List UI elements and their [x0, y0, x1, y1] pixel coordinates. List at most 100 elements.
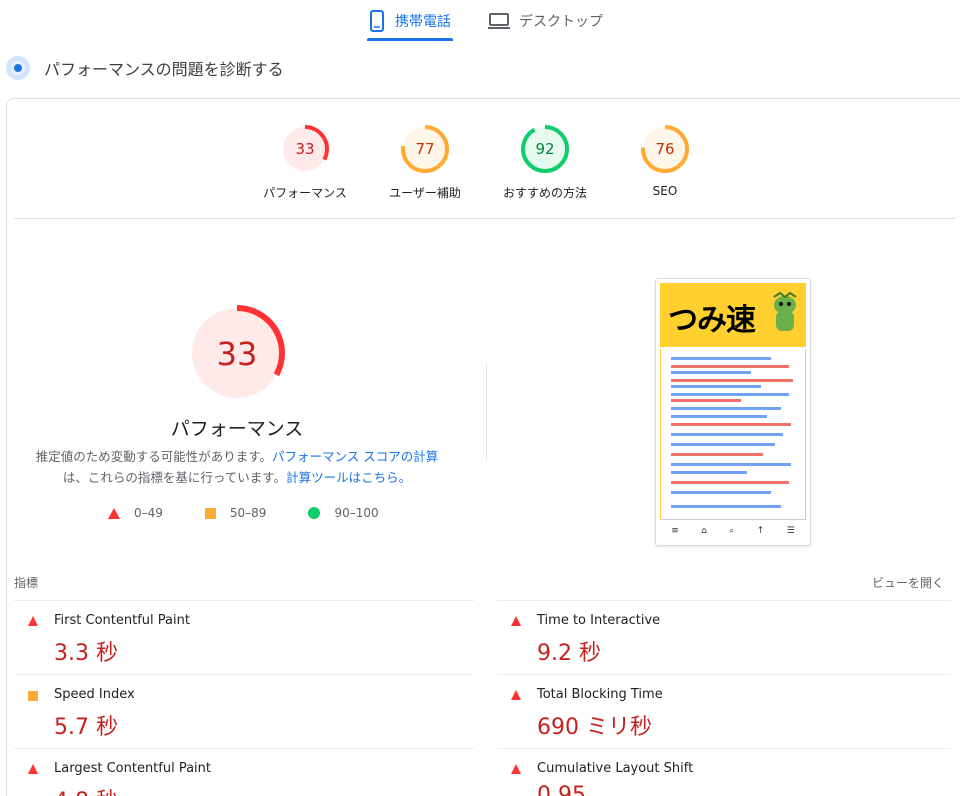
triangle-icon: [108, 507, 120, 519]
gauge-performance[interactable]: 33 パフォーマンス: [250, 124, 360, 201]
score-note: 推定値のため変動する可能性があります。パフォーマンス スコアの計算 は、これらの…: [30, 446, 444, 488]
metric-name: Cumulative Layout Shift: [537, 761, 694, 776]
article-line: [671, 463, 791, 466]
laptop-icon: [488, 13, 510, 29]
metric-tti: Time to Interactive 9.2 秒: [497, 600, 951, 674]
circle-icon: [308, 507, 321, 519]
tab-desktop-label: デスクトップ: [519, 14, 603, 30]
home-icon: ⌂: [701, 525, 707, 536]
metric-name: Total Blocking Time: [537, 687, 663, 702]
smartphone-icon: [370, 10, 384, 32]
legend-fail: 0–49: [108, 506, 163, 520]
active-tab-indicator: [367, 38, 453, 41]
article-line: [671, 407, 781, 410]
expand-view-button[interactable]: ビューを開く: [872, 574, 944, 591]
article-line: [671, 453, 763, 456]
diagnose-title: パフォーマンスの問題を診断する: [44, 60, 284, 79]
score-legend: 0–49 50–89 90–100: [108, 506, 421, 520]
gauge-label: ユーザー補助: [389, 186, 461, 200]
article-line: [671, 415, 767, 418]
gauge-best-practices[interactable]: 92 おすすめの方法: [490, 124, 600, 201]
metric-name: First Contentful Paint: [54, 613, 190, 628]
article-line: [671, 481, 789, 484]
metric-value: 9.2 秒: [537, 641, 601, 666]
gauge-label: SEO: [652, 184, 678, 198]
article-line: [671, 433, 783, 436]
tab-desktop[interactable]: デスクトップ: [487, 0, 603, 42]
metric-tbt: Total Blocking Time 690 ミリ秒: [497, 674, 951, 748]
article-line: [671, 505, 781, 508]
menu-icon: ≡: [671, 525, 679, 536]
gauge-seo[interactable]: 76 SEO: [610, 124, 720, 198]
gauge-ring: 76: [641, 125, 689, 173]
arrow-up-icon: ↑: [756, 525, 765, 536]
triangle-icon: [511, 616, 521, 626]
legend-average-label: 50–89: [229, 506, 267, 520]
metric-name: Time to Interactive: [537, 613, 661, 628]
triangle-icon: [511, 690, 521, 700]
gauge-ring: 33: [281, 125, 329, 173]
main-gauge-label: パフォーマンス: [170, 418, 304, 440]
article-line: [671, 379, 793, 382]
metric-name: Speed Index: [54, 687, 135, 702]
device-tabs: 携帯電話 デスクトップ: [0, 0, 960, 44]
article-line: [671, 385, 761, 388]
square-icon: [28, 690, 38, 701]
mascot-icon: [773, 291, 797, 331]
site-logo: つみ速: [668, 303, 756, 338]
vertical-divider: [486, 364, 487, 460]
gauge-label: パフォーマンス: [263, 186, 347, 200]
article-line: [671, 357, 771, 360]
site-bottom-nav: ≡ ⌂ ⌕ ↑ ☰: [660, 519, 806, 541]
metric-value: 690 ミリ秒: [537, 715, 652, 740]
triangle-icon: [511, 764, 521, 774]
square-icon: [204, 507, 216, 519]
metric-fcp: First Contentful Paint 3.3 秒: [14, 600, 474, 674]
legend-average: 50–89: [204, 506, 267, 520]
metric-value: 5.7 秒: [54, 715, 118, 740]
gauge-ring: 92: [521, 125, 569, 173]
list-icon: ☰: [786, 525, 795, 536]
gauge-score: 92: [535, 140, 554, 158]
tab-mobile-label: 携帯電話: [395, 14, 451, 30]
section-divider: [14, 218, 956, 219]
main-gauge-score: 33: [217, 335, 258, 373]
legend-pass-label: 90–100: [334, 506, 379, 520]
article-line: [671, 399, 741, 402]
metric-value: 0.95: [537, 783, 586, 796]
gauge-label: おすすめの方法: [502, 186, 587, 200]
search-icon: ⌕: [729, 525, 735, 536]
article-line: [671, 423, 791, 426]
note-text-2: は、これらの指標を基に行っています。: [62, 470, 287, 485]
gauge-ring: 77: [401, 125, 449, 173]
metrics-title: 指標: [14, 576, 39, 590]
metric-speed-index: Speed Index 5.7 秒: [14, 674, 474, 748]
gauge-accessibility[interactable]: 77 ユーザー補助: [370, 124, 480, 201]
article-line: [671, 443, 775, 446]
gauge-score: 77: [415, 140, 434, 158]
legend-fail-label: 0–49: [134, 506, 163, 520]
gauge-score: 76: [655, 140, 674, 158]
score-calc-link[interactable]: パフォーマンス スコアの計算: [272, 449, 438, 464]
metric-value: 3.3 秒: [54, 641, 118, 666]
legend-pass: 90–100: [308, 506, 379, 520]
article-line: [671, 365, 789, 368]
metric-cls: Cumulative Layout Shift 0.95: [497, 748, 951, 796]
article-line: [671, 393, 789, 396]
metric-name: Largest Contentful Paint: [54, 761, 212, 776]
lighthouse-icon: [6, 56, 30, 80]
note-text-1: 推定値のため変動する可能性があります。: [35, 449, 273, 464]
tab-mobile[interactable]: 携帯電話: [367, 0, 451, 42]
article-line: [671, 471, 747, 474]
triangle-icon: [28, 616, 38, 626]
metric-value: 4.8 秒: [54, 783, 118, 796]
metric-lcp: Largest Contentful Paint 4.8 秒: [14, 748, 474, 796]
gauge-score: 33: [295, 140, 314, 158]
article-line: [671, 491, 771, 494]
calculator-link[interactable]: 計算ツールはこちら。: [286, 470, 411, 485]
performance-main-gauge: 33: [189, 305, 285, 401]
final-screenshot: つみ速 ≡ ⌂ ⌕ ↑ ☰: [655, 278, 811, 546]
triangle-icon: [28, 764, 38, 774]
diagnose-header: パフォーマンスの問題を診断する: [6, 54, 284, 82]
article-line: [671, 371, 751, 374]
